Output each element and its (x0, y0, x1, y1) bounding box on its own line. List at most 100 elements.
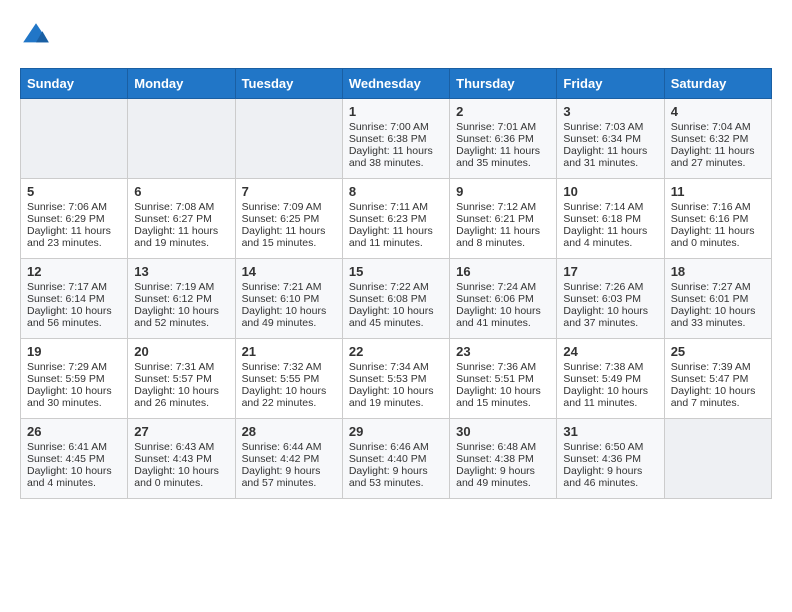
day-info-line: and 53 minutes. (349, 477, 443, 489)
day-number: 5 (27, 184, 121, 199)
day-number: 30 (456, 424, 550, 439)
day-info-line: Sunrise: 7:04 AM (671, 121, 765, 133)
day-info-line: Sunset: 6:21 PM (456, 213, 550, 225)
day-cell-14: 14Sunrise: 7:21 AMSunset: 6:10 PMDayligh… (235, 259, 342, 339)
day-info-line: Daylight: 10 hours (349, 385, 443, 397)
day-cell-21: 21Sunrise: 7:32 AMSunset: 5:55 PMDayligh… (235, 339, 342, 419)
logo-icon (20, 20, 52, 52)
day-info-line: Sunset: 6:38 PM (349, 133, 443, 145)
day-info-line: and 11 minutes. (563, 397, 657, 409)
day-header-wednesday: Wednesday (342, 69, 449, 99)
day-number: 10 (563, 184, 657, 199)
day-info-line: and 31 minutes. (563, 157, 657, 169)
day-number: 25 (671, 344, 765, 359)
day-cell-12: 12Sunrise: 7:17 AMSunset: 6:14 PMDayligh… (21, 259, 128, 339)
day-info-line: Daylight: 10 hours (456, 305, 550, 317)
day-info-line: Sunset: 6:34 PM (563, 133, 657, 145)
day-info-line: Daylight: 10 hours (563, 305, 657, 317)
day-cell-29: 29Sunrise: 6:46 AMSunset: 4:40 PMDayligh… (342, 419, 449, 499)
week-row-1: 1Sunrise: 7:00 AMSunset: 6:38 PMDaylight… (21, 99, 772, 179)
day-info-line: Daylight: 11 hours (456, 145, 550, 157)
day-cell-15: 15Sunrise: 7:22 AMSunset: 6:08 PMDayligh… (342, 259, 449, 339)
day-info-line: and 57 minutes. (242, 477, 336, 489)
day-info-line: Sunrise: 7:11 AM (349, 201, 443, 213)
day-info-line: and 4 minutes. (27, 477, 121, 489)
day-number: 2 (456, 104, 550, 119)
week-row-5: 26Sunrise: 6:41 AMSunset: 4:45 PMDayligh… (21, 419, 772, 499)
day-info-line: Sunrise: 7:00 AM (349, 121, 443, 133)
day-cell-28: 28Sunrise: 6:44 AMSunset: 4:42 PMDayligh… (235, 419, 342, 499)
day-info-line: and 33 minutes. (671, 317, 765, 329)
day-info-line: and 41 minutes. (456, 317, 550, 329)
day-cell-31: 31Sunrise: 6:50 AMSunset: 4:36 PMDayligh… (557, 419, 664, 499)
page-header (20, 20, 772, 52)
day-number: 20 (134, 344, 228, 359)
week-row-2: 5 Sunrise: 7:06 AMSunset: 6:29 PM Daylight… (21, 179, 772, 259)
day-info-line: Sunset: 4:45 PM (27, 453, 121, 465)
day-info-line: Sunrise: 6:43 AM (134, 441, 228, 453)
day-number: 16 (456, 264, 550, 279)
day-info-line: Sunrise: 7:24 AM (456, 281, 550, 293)
day-number: 14 (242, 264, 336, 279)
day-header-row: SundayMondayTuesdayWednesdayThursdayFrid… (21, 69, 772, 99)
day-number: 3 (563, 104, 657, 119)
day-info-line: and 45 minutes. (349, 317, 443, 329)
day-info-line: Sunset: 4:43 PM (134, 453, 228, 465)
day-number: 7 (242, 184, 336, 199)
day-info-line: Sunset: 5:55 PM (242, 373, 336, 385)
day-info-line: Daylight: 10 hours (134, 385, 228, 397)
day-info-line: Sunrise: 7:26 AM (563, 281, 657, 293)
day-info-line: Sunrise: 7:12 AM (456, 201, 550, 213)
day-info-line: and 11 minutes. (349, 237, 443, 249)
day-info-line: and 7 minutes. (671, 397, 765, 409)
day-info-line: Daylight: 10 hours (27, 305, 121, 317)
day-info-line: Daylight: 11 hours (349, 145, 443, 157)
day-number: 26 (27, 424, 121, 439)
day-info-line: Sunrise: 7:39 AM (671, 361, 765, 373)
day-number: 9 (456, 184, 550, 199)
day-info-line: Sunset: 6:01 PM (671, 293, 765, 305)
day-info-line: and 22 minutes. (242, 397, 336, 409)
day-header-thursday: Thursday (450, 69, 557, 99)
day-number: 21 (242, 344, 336, 359)
day-info-line: Sunrise: 7:06 AM (27, 201, 121, 213)
day-info-line: Daylight: 11 hours (456, 225, 550, 237)
day-info-line: Daylight: 11 hours (134, 225, 228, 237)
day-number: 31 (563, 424, 657, 439)
day-cell-26: 26 Sunrise: 6:41 AMSunset: 4:45 PMDayligh… (21, 419, 128, 499)
empty-cell (128, 99, 235, 179)
day-info-line: Sunset: 6:12 PM (134, 293, 228, 305)
day-header-monday: Monday (128, 69, 235, 99)
day-info-line: Daylight: 10 hours (671, 305, 765, 317)
day-number: 1 (349, 104, 443, 119)
day-info-line: Sunset: 6:32 PM (671, 133, 765, 145)
day-info-line: and 52 minutes. (134, 317, 228, 329)
day-info-line: Daylight: 9 hours (349, 465, 443, 477)
day-info-line: Daylight: 10 hours (27, 465, 121, 477)
day-cell-24: 24Sunrise: 7:38 AMSunset: 5:49 PMDayligh… (557, 339, 664, 419)
day-cell-10: 10Sunrise: 7:14 AMSunset: 6:18 PMDayligh… (557, 179, 664, 259)
day-cell-13: 13Sunrise: 7:19 AMSunset: 6:12 PMDayligh… (128, 259, 235, 339)
day-info-line: Sunset: 6:18 PM (563, 213, 657, 225)
week-row-3: 12Sunrise: 7:17 AMSunset: 6:14 PMDayligh… (21, 259, 772, 339)
week-row-4: 19Sunrise: 7:29 AMSunset: 5:59 PMDayligh… (21, 339, 772, 419)
day-info-line: and 4 minutes. (563, 237, 657, 249)
day-info-line: Daylight: 10 hours (671, 385, 765, 397)
day-number: 11 (671, 184, 765, 199)
day-info-line: Daylight: 10 hours (563, 385, 657, 397)
day-info-line: Sunset: 5:57 PM (134, 373, 228, 385)
day-info-line: Sunset: 5:47 PM (671, 373, 765, 385)
day-cell-22: 22Sunrise: 7:34 AMSunset: 5:53 PMDayligh… (342, 339, 449, 419)
day-info-line: and 46 minutes. (563, 477, 657, 489)
day-info-line: and 0 minutes. (671, 237, 765, 249)
day-info-line: Sunset: 6:29 PM (27, 213, 121, 225)
day-info-line: Sunset: 4:42 PM (242, 453, 336, 465)
day-number: 22 (349, 344, 443, 359)
day-cell-18: 18Sunrise: 7:27 AMSunset: 6:01 PMDayligh… (664, 259, 771, 339)
day-info-line: Sunrise: 6:41 AM (27, 441, 121, 453)
day-info-line: Daylight: 11 hours (349, 225, 443, 237)
day-cell-11: 11Sunrise: 7:16 AMSunset: 6:16 PMDayligh… (664, 179, 771, 259)
day-info-line: Sunset: 4:36 PM (563, 453, 657, 465)
day-info-line: Sunrise: 7:27 AM (671, 281, 765, 293)
day-info-line: Sunrise: 6:46 AM (349, 441, 443, 453)
